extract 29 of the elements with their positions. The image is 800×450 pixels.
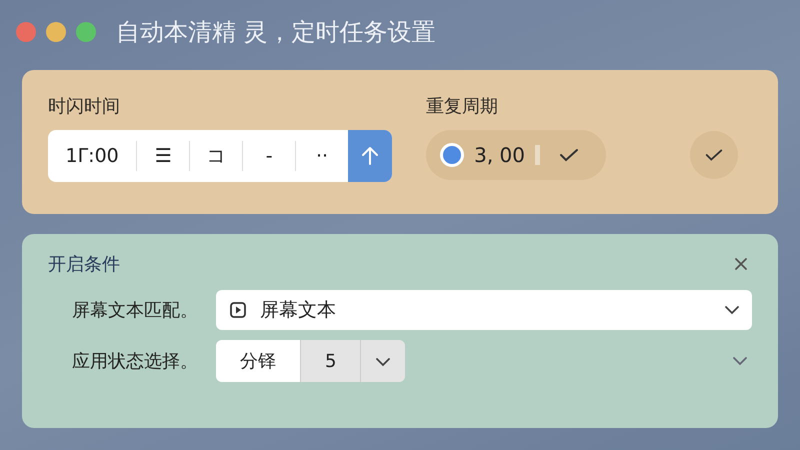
time-segment[interactable]: ☰ [136, 141, 190, 171]
chevron-down-icon [375, 356, 392, 366]
radio-button[interactable] [440, 143, 464, 167]
time-field[interactable]: 1Γ:00 ☰ コ - ·· [48, 130, 392, 182]
repeat-field[interactable]: 3, 00 [426, 130, 606, 180]
expand-icon[interactable] [732, 356, 748, 366]
repeat-label: 重复周期 [426, 95, 500, 118]
check-icon [558, 147, 580, 163]
time-label: 时闪时间 [48, 95, 121, 118]
time-segment[interactable]: コ [189, 141, 242, 171]
condition-label: 应用状态选择。 [71, 350, 198, 373]
segment-option[interactable]: 分铎 [216, 340, 301, 382]
check-icon [704, 147, 724, 163]
conditions-title: 开启条件 [48, 253, 120, 276]
time-value[interactable]: 1Γ:00 [48, 141, 136, 171]
confirm-button[interactable] [690, 131, 738, 179]
text-cursor [535, 145, 540, 165]
window-control-button[interactable] [76, 22, 96, 42]
up-arrow-icon [361, 146, 380, 166]
window-control-button[interactable] [46, 22, 66, 42]
chevron-down-icon [724, 305, 740, 315]
time-segment[interactable]: - [242, 141, 296, 171]
play-icon [228, 300, 248, 320]
text-select[interactable]: 屏幕文本 [216, 290, 752, 330]
up-button[interactable] [348, 130, 392, 182]
close-icon[interactable] [734, 257, 748, 271]
window-control-button[interactable] [16, 22, 36, 42]
window-title: 自动本清精 灵，定时任务设置 [116, 17, 436, 48]
condition-label: 屏幕文本匹配。 [71, 299, 198, 322]
